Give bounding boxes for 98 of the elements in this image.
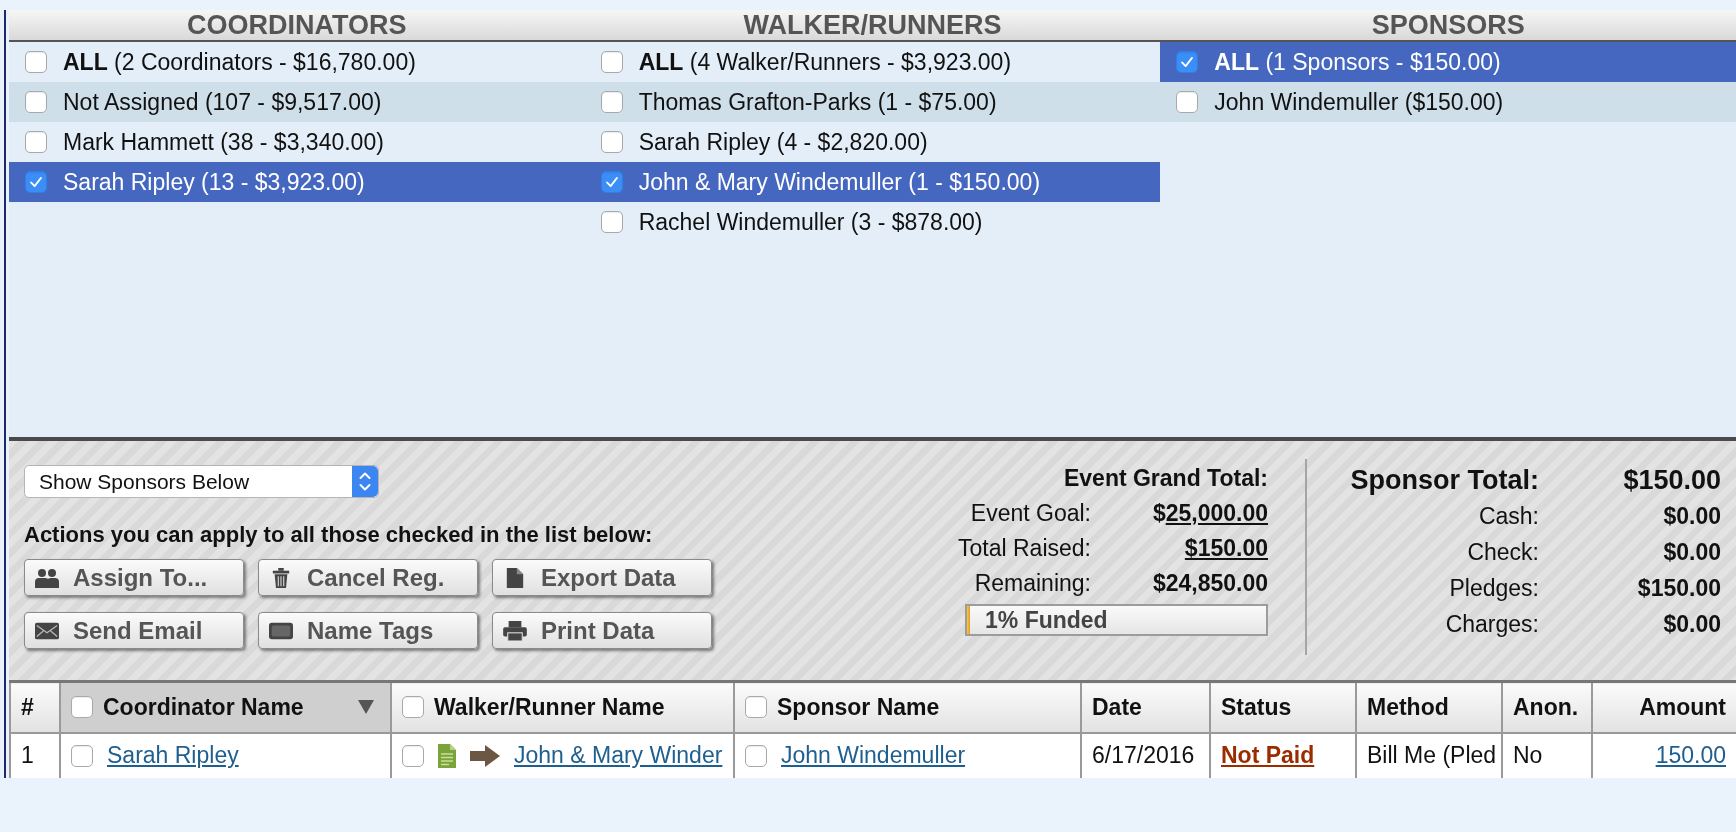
column-header[interactable]: Amount — [1592, 681, 1736, 733]
list-item[interactable]: Not Assigned (107 - $9,517.00) — [9, 82, 585, 122]
list-item[interactable]: John & Mary Windemuller (1 - $150.00) — [584, 162, 1161, 202]
actions-caption: Actions you can apply to all those checked in the list below: — [24, 522, 654, 548]
envelope-icon — [35, 620, 59, 641]
table-cell: 1 — [10, 732, 60, 778]
amount-value: $0.00 — [1663, 538, 1721, 566]
checkbox[interactable] — [600, 131, 623, 153]
list-item-label: John Windemuller ($150.00) — [1214, 88, 1504, 116]
progress-label: 1% Funded — [984, 606, 1108, 634]
checkbox[interactable] — [71, 696, 93, 719]
action-button[interactable]: Cancel Reg. — [258, 559, 478, 596]
list-item[interactable]: Sarah Ripley (4 - $2,820.00) — [584, 122, 1161, 162]
action-button[interactable]: Export Data — [492, 559, 712, 596]
checkbox[interactable] — [402, 744, 424, 767]
total-label: Total Raised: — [958, 535, 1091, 562]
total-label: Pledges: — [1449, 574, 1539, 602]
total-label: Remaining: — [974, 570, 1091, 597]
list-item-label: ALL (4 Walker/Runners - $3,923.00) — [638, 48, 1012, 76]
list-item[interactable]: ALL (2 Coordinators - $16,780.00) — [9, 42, 585, 82]
table-cell: Bill Me (Pled — [1356, 732, 1502, 778]
event-total-title: Event Grand Total: — [1063, 465, 1268, 492]
amount-value: $0.00 — [1663, 610, 1721, 638]
table-cell: No — [1502, 732, 1592, 778]
checkbox[interactable] — [25, 171, 47, 193]
column-header-label: Anon. — [1513, 693, 1579, 721]
arrow-icon[interactable] — [470, 744, 500, 767]
total-label: Cash: — [1478, 502, 1539, 530]
sponsor-total-title: Sponsor Total: — [1350, 464, 1539, 496]
checkbox[interactable] — [745, 744, 767, 767]
column-header-label: Status — [1221, 693, 1292, 721]
column-header[interactable]: # — [10, 681, 60, 733]
action-button[interactable]: Print Data — [492, 612, 712, 649]
list-item[interactable]: John Windemuller ($150.00) — [1160, 82, 1736, 122]
list-item[interactable]: ALL (4 Walker/Runners - $3,923.00) — [584, 42, 1161, 82]
column-header[interactable]: Sponsor Name — [734, 681, 1081, 733]
list-item-label: Thomas Grafton-Parks (1 - $75.00) — [638, 88, 997, 116]
column-header-label: Walker/Runner Name — [434, 693, 665, 721]
list-item-label: Not Assigned (107 - $9,517.00) — [63, 88, 382, 116]
amount-value: $0.00 — [1663, 502, 1721, 530]
checkbox[interactable] — [71, 744, 93, 767]
stepper-icon — [352, 466, 378, 497]
card-icon — [269, 620, 293, 641]
column-header-label: Sponsor Name — [777, 693, 940, 721]
column-header[interactable]: Walker/Runner Name — [391, 681, 734, 733]
list-item-label: Mark Hammett (38 - $3,340.00) — [63, 128, 384, 156]
list-item[interactable]: Sarah Ripley (13 - $3,923.00) — [9, 162, 585, 202]
column-header[interactable]: Method — [1356, 681, 1502, 733]
checkbox[interactable] — [600, 171, 623, 193]
checkbox[interactable] — [25, 51, 47, 73]
action-button[interactable]: Send Email — [24, 612, 244, 649]
column-header-label: # — [21, 693, 34, 721]
list-item-label: Sarah Ripley (13 - $3,923.00) — [63, 168, 365, 196]
checkbox[interactable] — [25, 131, 47, 153]
list-item[interactable]: Thomas Grafton-Parks (1 - $75.00) — [584, 82, 1161, 122]
column-header[interactable]: Status — [1210, 681, 1356, 733]
checkbox[interactable] — [600, 51, 623, 73]
column-header-label: Date — [1092, 693, 1142, 721]
checkbox[interactable] — [600, 91, 623, 113]
sponsor-total-value: $150.00 — [1623, 464, 1721, 496]
amount-link[interactable]: $25,000.00 — [1152, 500, 1268, 527]
list-item-label: Rachel Windemuller (3 - $878.00) — [638, 208, 983, 236]
checkbox[interactable] — [1176, 51, 1199, 73]
sort-down-icon — [358, 700, 374, 715]
list-header: COORDINATORS — [9, 10, 585, 42]
total-label: Check: — [1467, 538, 1539, 566]
list-item-label: John & Mary Windemuller (1 - $150.00) — [638, 168, 1041, 196]
table-cell: 6/17/2016 — [1081, 732, 1210, 778]
amount-value: $150.00 — [1637, 574, 1721, 602]
list-item-label: ALL (1 Sponsors - $150.00) — [1214, 48, 1501, 76]
list-header: WALKER/RUNNERS — [584, 10, 1161, 42]
checkbox[interactable] — [402, 696, 424, 719]
list-item[interactable]: ALL (1 Sponsors - $150.00) — [1160, 42, 1736, 82]
checkbox[interactable] — [25, 91, 47, 113]
amount-link[interactable]: $150.00 — [1184, 535, 1268, 562]
column-header-label: Method — [1367, 693, 1449, 721]
printer-icon — [503, 620, 527, 641]
column-header[interactable]: Anon. — [1502, 681, 1592, 733]
view-select[interactable]: Show Sponsors Below — [24, 465, 379, 498]
people-icon — [35, 567, 59, 588]
checkbox[interactable] — [1176, 91, 1199, 113]
total-label: Charges: — [1445, 610, 1539, 638]
action-button[interactable]: Assign To... — [24, 559, 244, 596]
column-header[interactable]: Coordinator Name — [60, 681, 391, 733]
column-header[interactable]: Date — [1081, 681, 1210, 733]
list-item[interactable]: Rachel Windemuller (3 - $878.00) — [584, 202, 1161, 242]
list-header: SPONSORS — [1160, 10, 1736, 42]
amount-value: $24,850.00 — [1152, 570, 1268, 597]
list-item[interactable]: Mark Hammett (38 - $3,340.00) — [9, 122, 585, 162]
checkbox[interactable] — [745, 696, 767, 719]
column-header-label: Amount — [1639, 693, 1726, 721]
total-label: Event Goal: — [970, 500, 1091, 527]
list-item-label: Sarah Ripley (4 - $2,820.00) — [638, 128, 928, 156]
checkbox[interactable] — [600, 211, 623, 233]
column-header-label: Coordinator Name — [103, 693, 304, 721]
action-button[interactable]: Name Tags — [258, 612, 478, 649]
document-icon[interactable] — [438, 743, 456, 768]
list-item-label: ALL (2 Coordinators - $16,780.00) — [63, 48, 416, 76]
